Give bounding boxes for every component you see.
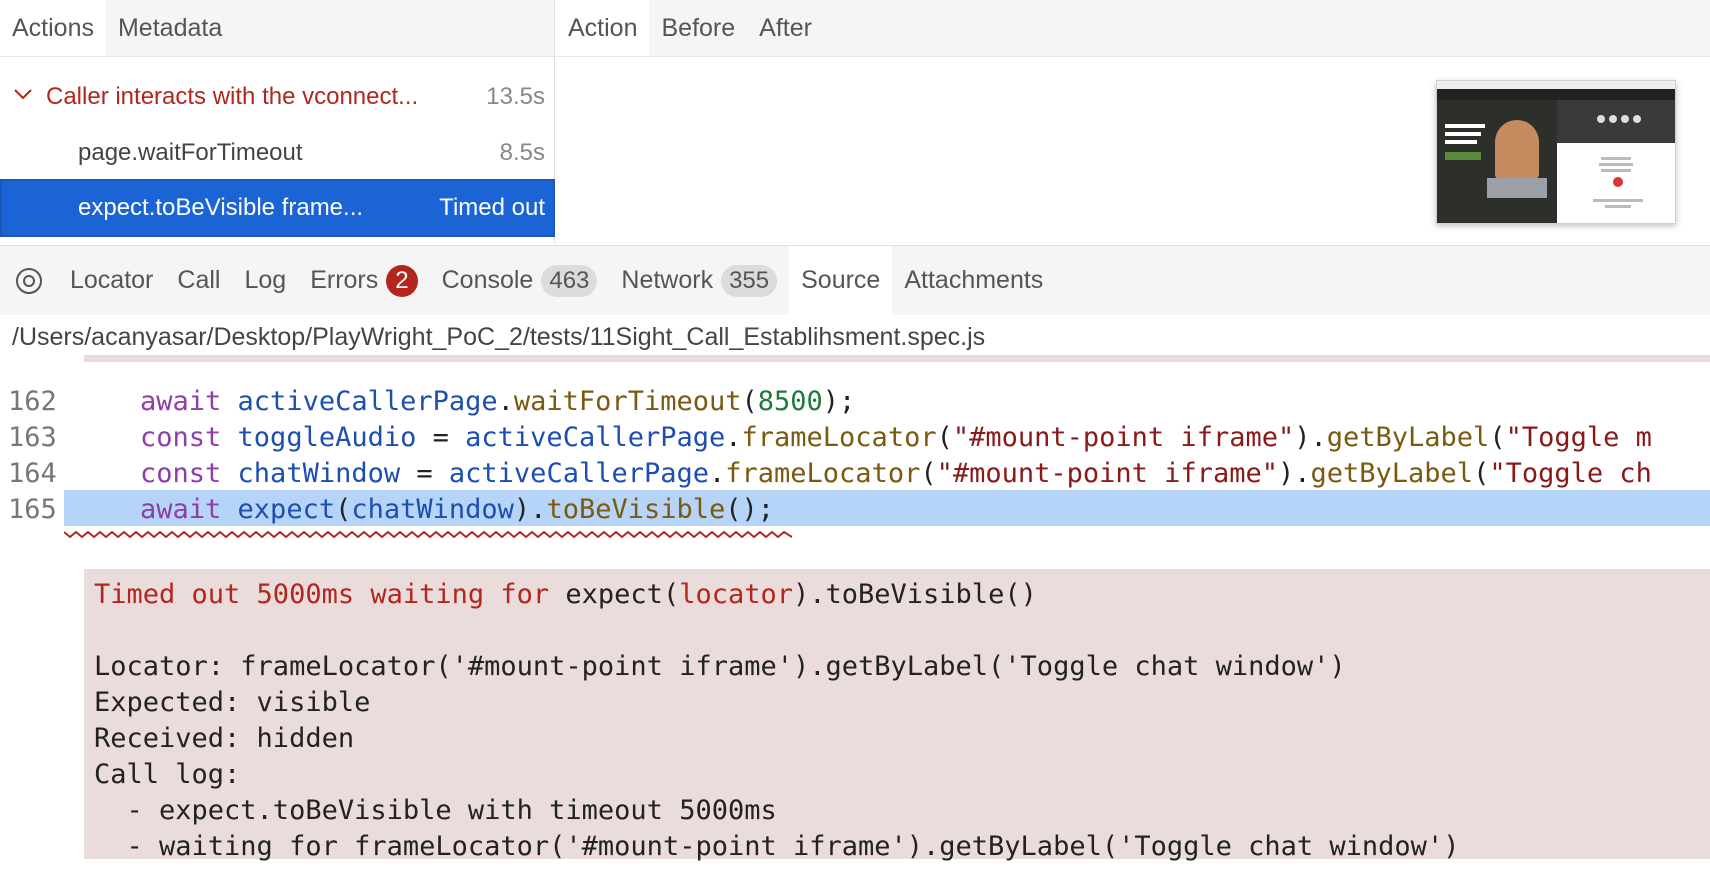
chevron-down-icon[interactable] (12, 83, 34, 105)
inline-error-message: Timed out 5000ms waiting for expect(loca… (84, 569, 1710, 862)
action-status: Timed out (439, 194, 545, 221)
target-icon (16, 267, 42, 294)
action-name: expect.toBeVisible frame... (78, 194, 364, 221)
network-count-badge: 355 (721, 264, 778, 297)
code-text: const toggleAudio = activeCallerPage.fra… (140, 422, 1652, 453)
error-expected: Expected: visible (94, 687, 371, 718)
pick-locator-button[interactable] (0, 246, 58, 315)
line-number: 164 (8, 458, 57, 489)
code-text: await expect(chatWindow).toBeVisible(); (140, 494, 775, 525)
tab-errors[interactable]: Errors 2 (298, 246, 429, 315)
code-line-highlighted: 165 await expect(chatWindow).toBeVisible… (8, 490, 1710, 526)
line-number: 162 (8, 386, 57, 417)
tab-action[interactable]: Action (556, 0, 650, 56)
tab-locator[interactable]: Locator (58, 246, 165, 315)
source-file-path: /Users/acanyasar/Desktop/PlayWright_PoC_… (12, 323, 986, 351)
tab-console[interactable]: Console 463 (430, 246, 610, 315)
error-received: Received: hidden (94, 723, 355, 754)
snapshot-tabbar: Action Before After (556, 0, 1710, 57)
action-row-wait[interactable]: page.waitForTimeout 8.5s (0, 125, 555, 181)
tab-attachments[interactable]: Attachments (892, 246, 1055, 315)
code-text: const chatWindow = activeCallerPage.fram… (140, 458, 1652, 489)
action-group-duration: 13.5s (486, 83, 545, 110)
action-group-row[interactable]: Caller interacts with the vconnect... 13… (0, 69, 555, 125)
error-title: Timed out 5000ms waiting for expect(loca… (94, 579, 1037, 610)
errors-count-badge: 2 (386, 264, 418, 297)
code-line: 163 const toggleAudio = activeCallerPage… (0, 418, 1710, 454)
code-line: 164 const chatWindow = activeCallerPage.… (0, 454, 1710, 490)
action-name: page.waitForTimeout (78, 139, 303, 166)
tab-after[interactable]: After (747, 0, 824, 56)
action-group-name: Caller interacts with the vconnect... (46, 83, 419, 110)
error-squiggle (64, 530, 792, 539)
error-call-log-label: Call log: (94, 759, 241, 790)
tab-source[interactable]: Source (789, 246, 893, 315)
code-line: 162 await activeCallerPage.waitForTimeou… (0, 382, 1710, 418)
actions-panel: Actions Metadata Caller interacts with t… (0, 0, 555, 243)
line-number: 165 (8, 494, 57, 525)
previous-error-box-edge (84, 355, 1710, 362)
error-locator: Locator: frameLocator('#mount-point ifra… (94, 651, 1346, 682)
tab-network[interactable]: Network 355 (609, 246, 789, 315)
line-number: 163 (8, 422, 57, 453)
error-call-log-entry: - waiting for frameLocator('#mount-point… (94, 831, 1460, 862)
tab-metadata[interactable]: Metadata (106, 0, 234, 56)
code-text: await activeCallerPage.waitForTimeout(85… (140, 386, 856, 417)
action-duration: 8.5s (499, 139, 545, 166)
tab-call[interactable]: Call (165, 246, 232, 315)
action-row-selected[interactable]: expect.toBeVisible frame... Timed out (0, 179, 555, 237)
tab-actions[interactable]: Actions (0, 0, 106, 56)
console-count-badge: 463 (541, 264, 598, 297)
tab-before[interactable]: Before (649, 0, 747, 56)
details-tabbar: Locator Call Log Errors 2 Console 463 Ne… (0, 245, 1710, 315)
page-snapshot-thumbnail[interactable] (1436, 80, 1676, 224)
tab-log[interactable]: Log (232, 246, 298, 315)
source-viewer: 162 await activeCallerPage.waitForTimeou… (0, 355, 1710, 892)
snapshot-hero-image (1437, 100, 1557, 223)
actions-tabbar: Actions Metadata (0, 0, 554, 57)
error-call-log-entry: - expect.toBeVisible with timeout 5000ms (94, 795, 777, 826)
